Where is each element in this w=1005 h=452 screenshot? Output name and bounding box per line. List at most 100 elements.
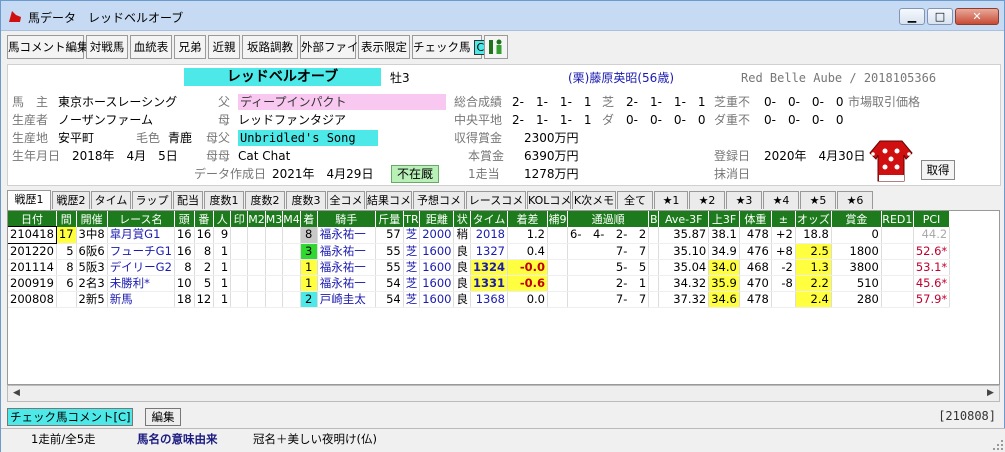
cell-track: 芝 [403,291,421,308]
sire[interactable]: ディープインパクト [238,94,446,110]
tab-record2[interactable]: 戦歴2 [52,191,90,209]
col-header-margin[interactable]: 着差 [507,211,548,227]
col-header-ave3f[interactable]: Ave-3F [658,211,710,227]
tab-star3[interactable]: ★3 [726,191,762,209]
granddam[interactable]: Cat Chat [238,148,290,164]
cell-condition: 良 [453,243,471,260]
col-header-prize[interactable]: 賞金 [831,211,882,227]
col-header-popularity[interactable]: 人 [213,211,232,227]
col-header-m3[interactable]: M3 [265,211,284,227]
display-filter-button[interactable]: 表示限定 [358,35,410,59]
breeder: ノーザンファーム [58,113,154,127]
cell-jockey: 福永祐一 [317,259,376,276]
col-header-body-weight[interactable]: 体重 [739,211,772,227]
table-row[interactable]: 200808 2新5 新馬 18 12 1 2 戸崎圭太 54 芝 1600 良 1368 0.0 7- 7… [8,291,951,308]
col-header-interval[interactable]: 間 [56,211,77,227]
person-icon-button[interactable] [484,35,508,59]
cell-mark [230,227,249,244]
table-row[interactable]: 200919 6 2名3 未勝利* 10 5 1 1 福永祐一 54 芝 1600 良 1331 -0.6 2… [8,275,951,292]
col-header-time[interactable]: タイム [470,211,509,227]
slope-training-button[interactable]: 坂路調教 [242,35,298,59]
title-bar[interactable]: 馬データ レッドベルオーブ ▁ □ ✕ [1,1,1004,31]
tab-k-memo[interactable]: K次メモ [572,191,616,209]
siblings-button[interactable]: 兄弟 [174,35,206,59]
col-header-jockey[interactable]: 騎手 [317,211,376,227]
col-header-distance[interactable]: 距離 [419,211,455,227]
col-header-m2[interactable]: M2 [247,211,266,227]
col-header-track[interactable]: TR [403,211,421,227]
col-header-venue[interactable]: 開催 [76,211,108,227]
damsire[interactable]: Unbridled's Song [238,130,378,146]
col-header-date[interactable]: 日付 [8,211,57,227]
tab-lap[interactable]: ラップ [132,191,172,209]
horse-comment-edit-button[interactable]: 馬コメント編集 [7,35,89,59]
cell-number: 2 [194,259,215,276]
tab-star5[interactable]: ★5 [800,191,836,209]
close-button[interactable]: ✕ [955,8,999,25]
opponents-button[interactable]: 対戦馬 [86,35,128,59]
col-header-weight-diff[interactable]: ± [771,211,796,227]
cell-finish: 8 [300,227,318,244]
cell-mark [230,243,249,260]
col-header-finish[interactable]: 着 [300,211,318,227]
tab-kol-comment[interactable]: KOLコメ [527,191,571,209]
pedigree-button[interactable]: 血統表 [130,35,172,59]
col-header-condition[interactable]: 状 [453,211,471,227]
total-label: 総合成績 [454,95,503,109]
dam[interactable]: レッドファンタジア [238,112,346,128]
relatives-button[interactable]: 近親 [208,35,240,59]
tab-predict-comment[interactable]: 予想コメ [413,191,465,209]
cell-distance: 2000 [419,227,455,244]
tab-result-comment[interactable]: 結果コメ [366,191,412,209]
cell-interval: 17 [56,227,77,244]
tab-star4[interactable]: ★4 [763,191,799,209]
col-header-odds[interactable]: オッズ [795,211,832,227]
get-button[interactable]: 取得 [921,160,955,180]
tab-all-comment[interactable]: 全コメ [327,191,365,209]
cell-finish: 2 [300,291,318,308]
col-header-b[interactable]: B [648,211,660,227]
tab-star6[interactable]: ★6 [837,191,873,209]
col-header-race-name[interactable]: レース名 [107,211,175,227]
col-header-number[interactable]: 番 [194,211,215,227]
cell-m4 [282,291,301,308]
tab-count3[interactable]: 度数3 [286,191,326,209]
horizontal-scrollbar[interactable]: ◀ ▶ [7,385,1000,402]
race-history-table[interactable]: 日付間開催 レース名頭番人印 M2 M3 M4 着騎手 斤量 TR 距離状タイム 着差 補9 通過順 B… [7,210,1000,385]
table-row[interactable]: 210418 17 3中8 皐月賞G1 16 16 9 8 福永祐一 57 芝 2000 稍 2018 1.… [8,226,951,244]
tab-count1[interactable]: 度数1 [204,191,244,209]
tab-all[interactable]: 全て [617,191,653,209]
check-horse-button[interactable]: チェック馬 C [412,35,488,59]
col-header-passing[interactable]: 通過順 [567,211,650,227]
tab-star1[interactable]: ★1 [654,191,688,209]
cell-field: 10 [174,275,195,292]
col-header-weight[interactable]: 斤量 [375,211,404,227]
external-file-button[interactable]: 外部ファイル [300,35,370,59]
tab-payout[interactable]: 配当 [173,191,203,209]
cell-body-weight: 478 [739,291,772,308]
tab-race-comment[interactable]: レースコメ [466,191,526,209]
scroll-right-icon[interactable]: ▶ [982,386,999,401]
tab-time[interactable]: タイム [91,191,131,209]
table-row[interactable]: 201114 8 5阪3 デイリーG2 8 2 1 1 福永祐一 55 芝 1600 良 1324 -0.0… [8,259,951,276]
tab-count2[interactable]: 度数2 [245,191,285,209]
scroll-left-icon[interactable]: ◀ [8,386,25,401]
cell-time: 1331 [470,275,509,292]
name-meaning: 冠名＋美しい夜明け(仏) [253,432,377,446]
col-header-last3f[interactable]: 上3F [708,211,740,227]
tab-star2[interactable]: ★2 [689,191,725,209]
col-header-adj9[interactable]: 補9 [547,211,568,227]
edit-button[interactable]: 編集 [145,408,181,426]
minimize-button[interactable]: ▁ [899,8,925,25]
col-header-pci[interactable]: PCI [913,211,951,227]
col-header-mark[interactable]: 印 [230,211,249,227]
maximize-button[interactable]: □ [927,8,953,25]
col-header-red1[interactable]: RED1 [881,211,914,227]
col-header-field[interactable]: 頭 [174,211,195,227]
coat: 青鹿 [168,131,193,145]
tab-record1[interactable]: 戦歴1 [7,190,51,210]
check-comment-label[interactable]: チェック馬コメント[C] [7,408,133,426]
resize-grip-icon[interactable] [992,439,1004,451]
table-row[interactable]: 201220 5 6阪6 フューチG1 16 8 1 3 福永祐一 55 芝 1600 良 1327 0.4… [8,243,951,260]
col-header-m4[interactable]: M4 [282,211,301,227]
